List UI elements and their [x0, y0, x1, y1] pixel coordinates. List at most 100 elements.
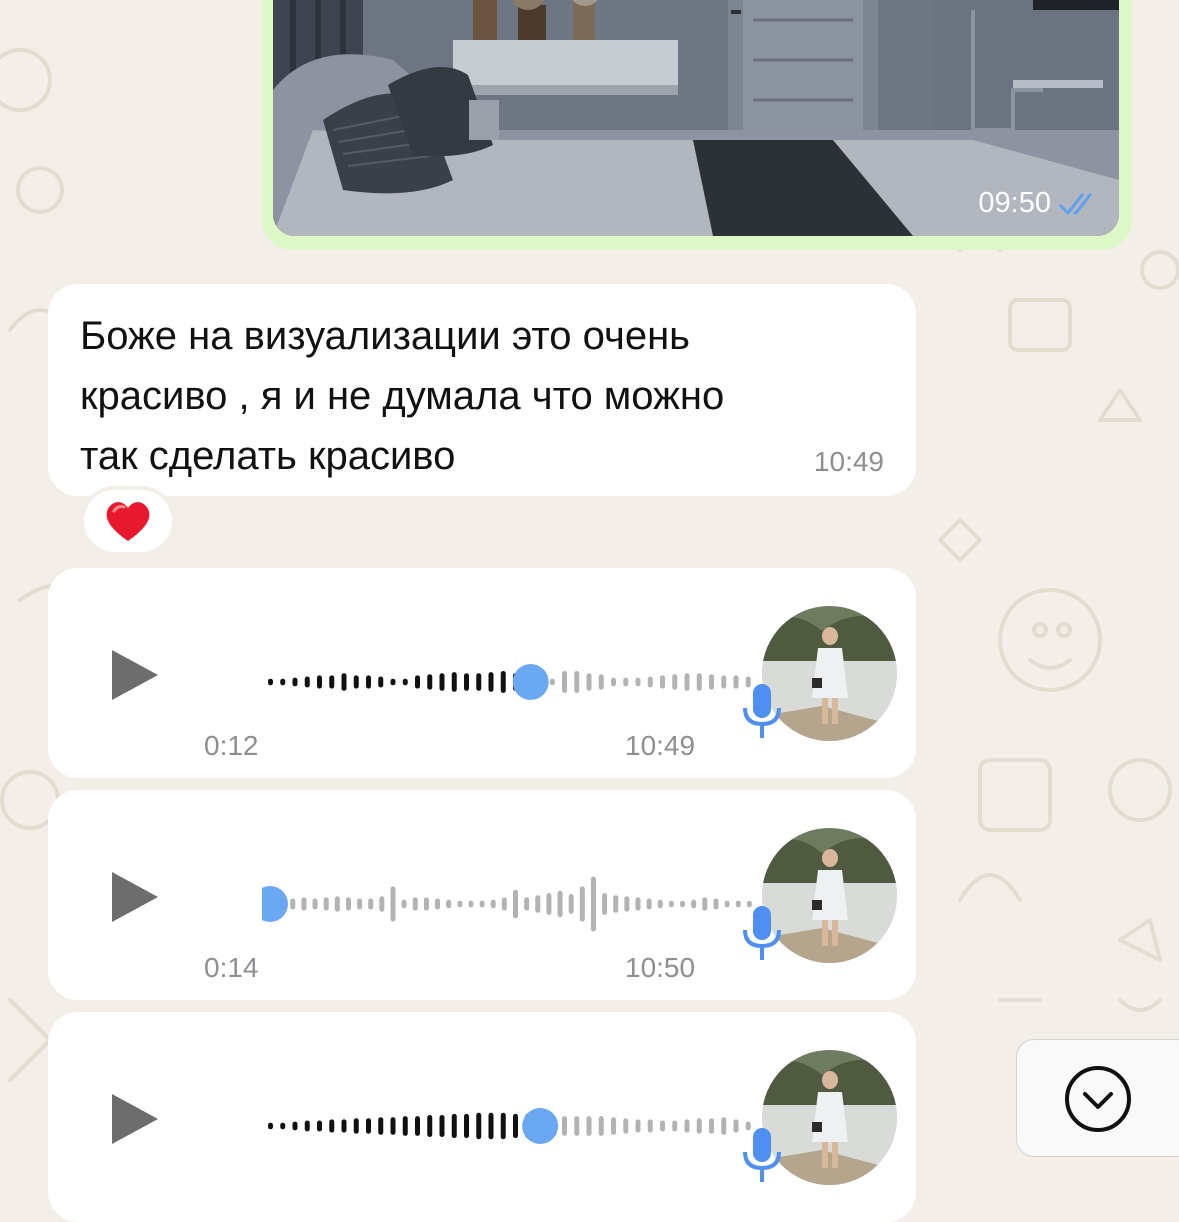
waveform-bar	[439, 673, 445, 691]
waveform-bar	[312, 898, 318, 910]
waveform-bar	[647, 676, 653, 688]
waveform-bar	[280, 678, 286, 686]
play-icon[interactable]	[110, 870, 160, 924]
voice-time: 10:50	[625, 952, 696, 983]
waveform-bar	[562, 1116, 567, 1136]
waveform-bar	[292, 1121, 298, 1131]
playback-knob[interactable]	[522, 1108, 559, 1144]
waveform-bar	[401, 899, 407, 909]
waveform-bar	[613, 895, 619, 913]
waveform-bar	[357, 898, 363, 910]
waveform-bar	[415, 675, 420, 689]
waveform-bar	[329, 1119, 335, 1133]
play-icon[interactable]	[110, 648, 160, 702]
waveform-bar	[733, 1119, 739, 1133]
waveform-bar	[290, 898, 296, 910]
reaction-badge[interactable]	[80, 486, 176, 556]
waveform-bar	[412, 897, 418, 911]
waveform-bar	[721, 675, 727, 689]
waveform-bar	[574, 1116, 580, 1136]
waveform-bar	[709, 1118, 714, 1134]
waveform-bar	[500, 1112, 506, 1140]
waveform-bar	[598, 1116, 604, 1136]
waveform-bar	[268, 678, 273, 686]
playback-knob[interactable]	[262, 886, 288, 922]
waveform-bar	[668, 900, 674, 908]
scroll-to-bottom-button[interactable]	[1016, 1039, 1179, 1157]
waveform-bar	[464, 1113, 469, 1139]
waveform-bar	[513, 889, 518, 919]
waveform-bar	[635, 897, 641, 911]
waveform-bar	[586, 1116, 592, 1136]
waveform-bar	[513, 1113, 518, 1139]
waveform-bar	[402, 678, 408, 686]
waveform-bar	[379, 896, 385, 912]
message-time: 10:49	[813, 446, 884, 477]
waveform-bar	[334, 896, 340, 912]
waveform-bar	[317, 675, 322, 689]
voice-message-2: 0:14 10:50	[48, 790, 916, 1000]
waveform-bar	[468, 900, 474, 908]
photo-meta: 09:50	[978, 187, 1099, 220]
waveform-bar	[549, 678, 555, 686]
waveform-bar	[535, 895, 541, 913]
avatar[interactable]	[762, 828, 897, 963]
incoming-text-bubble[interactable]: Боже на визуализации это очень красиво ,…	[48, 284, 916, 496]
waveform-bar	[562, 671, 567, 693]
waveform-bar	[368, 898, 374, 910]
waveform-bar	[268, 1122, 273, 1130]
waveform-bar	[660, 675, 665, 689]
waveform-bar	[435, 898, 441, 910]
waveform-bar	[280, 1122, 286, 1130]
double-check-icon	[1059, 191, 1099, 217]
voice-duration: 0:14	[204, 952, 259, 983]
waveform-bar	[590, 876, 596, 932]
waveform-bar	[341, 673, 347, 691]
avatar[interactable]	[762, 606, 897, 741]
voice-time: 10:49	[625, 730, 696, 761]
waveform-bar	[721, 1117, 727, 1135]
heart-icon	[106, 502, 150, 541]
message-line: красиво , я и не думала что можно	[80, 374, 725, 418]
play-icon[interactable]	[110, 1092, 160, 1146]
voice-message-3	[48, 1012, 916, 1222]
waveform-bar	[657, 899, 663, 909]
voice-waveform[interactable]	[262, 652, 762, 712]
waveform-bar	[439, 1115, 445, 1137]
waveform-bar	[623, 1118, 629, 1134]
waveform-bar	[611, 1117, 616, 1135]
waveform-bar	[451, 1113, 457, 1139]
room-photo[interactable]: 09:50	[273, 0, 1119, 236]
waveform-bar	[624, 896, 630, 912]
waveform-bar	[446, 899, 452, 909]
waveform-bar	[353, 1118, 359, 1134]
waveform-bar	[713, 898, 719, 910]
avatar[interactable]	[762, 1050, 897, 1185]
waveform-bar	[660, 1120, 665, 1132]
voice-waveform[interactable]	[262, 874, 762, 934]
waveform-bar	[378, 676, 384, 688]
waveform-bar	[672, 674, 678, 690]
waveform-bar	[586, 673, 592, 691]
waveform-bar	[574, 671, 580, 693]
message-line: Боже на визуализации это очень	[80, 314, 691, 358]
message-text: Боже на визуализации это очень красиво ,…	[80, 306, 870, 486]
waveform-bar	[602, 893, 608, 915]
message-line: так сделать красиво	[80, 434, 456, 478]
waveform-bar	[341, 1119, 347, 1133]
playback-knob[interactable]	[512, 664, 549, 700]
voice-duration: 0:12	[204, 730, 259, 761]
waveform-bar	[479, 900, 485, 908]
waveform-bar	[304, 676, 310, 688]
waveform-bar	[402, 1116, 408, 1136]
waveform-bar	[390, 678, 396, 686]
waveform-bar	[464, 673, 469, 691]
waveform-bar	[623, 677, 629, 687]
waveform-bar	[735, 900, 741, 908]
mic-icon	[743, 1128, 781, 1182]
voice-waveform[interactable]	[262, 1096, 762, 1156]
chevron-down-circle-icon	[1065, 1066, 1131, 1132]
waveform-bar	[451, 672, 457, 692]
waveform-bar	[476, 673, 482, 691]
waveform-bar	[390, 1117, 396, 1135]
